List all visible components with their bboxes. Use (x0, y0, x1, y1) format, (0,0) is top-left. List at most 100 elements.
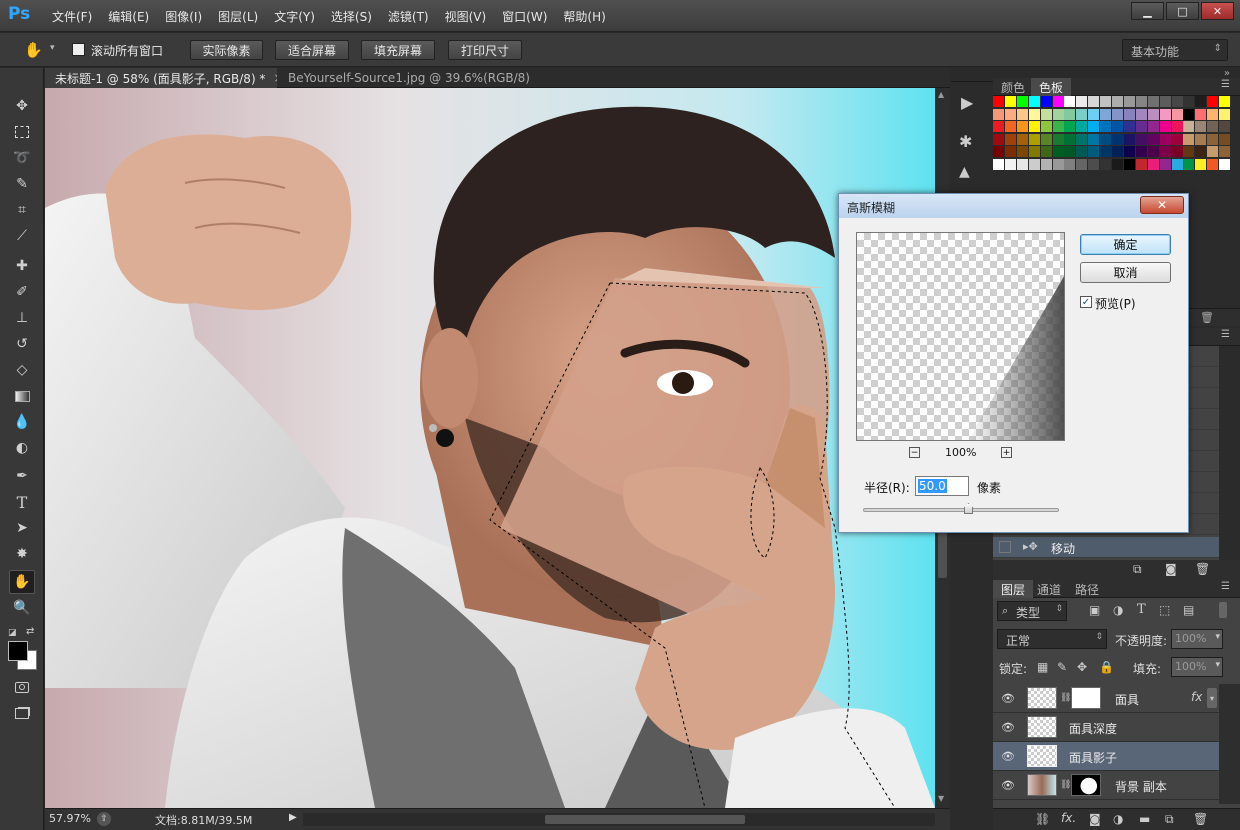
layers-scrollbar[interactable] (1219, 684, 1240, 804)
color-swatch[interactable] (1123, 146, 1135, 157)
filter-pixel-icon[interactable]: ▣ (1089, 603, 1100, 617)
color-swatch[interactable] (1040, 158, 1052, 170)
color-swatch[interactable] (1016, 121, 1028, 132)
filter-shape-icon[interactable]: ⬚ (1159, 603, 1170, 617)
delete-icon[interactable]: 🗑 (1195, 562, 1210, 576)
color-swatch[interactable] (1219, 158, 1231, 170)
fill-screen-button[interactable]: 填充屏幕 (361, 40, 435, 60)
expand-effects-icon[interactable]: ▾ (1207, 688, 1217, 708)
blur-tool-icon[interactable]: 💧 (9, 410, 35, 434)
color-swatch[interactable] (993, 133, 1004, 145)
action-toggle-checkbox[interactable] (999, 541, 1011, 553)
fit-screen-button[interactable]: 适合屏幕 (275, 40, 349, 60)
color-swatch[interactable] (993, 96, 1004, 107)
color-swatch[interactable] (1171, 133, 1183, 145)
lock-transparent-icon[interactable]: ▦ (1037, 660, 1048, 674)
color-swatch[interactable] (1195, 133, 1207, 145)
color-swatch[interactable] (1123, 121, 1135, 132)
pen-tool-icon[interactable]: ✒ (9, 464, 35, 488)
color-swatch[interactable] (1052, 108, 1064, 120)
fill-input[interactable]: 100% ▾ (1171, 657, 1223, 677)
zoom-level[interactable]: 57.97% (49, 812, 91, 825)
crop-tool-icon[interactable]: ⌗ (9, 198, 35, 222)
type-tool-icon[interactable]: T (9, 490, 35, 514)
color-swatch[interactable] (1159, 96, 1171, 107)
clone-stamp-tool-icon[interactable]: ⊥ (9, 306, 35, 330)
play-action-icon[interactable]: ▶ (961, 93, 973, 112)
filter-smart-icon[interactable]: ▤ (1183, 603, 1194, 617)
filter-type-icon[interactable]: T (1137, 602, 1146, 617)
menu-help[interactable]: 帮助(H) (555, 8, 613, 25)
foreground-color-swatch[interactable] (8, 641, 28, 661)
color-swatch[interactable] (1207, 133, 1219, 145)
color-swatch[interactable] (1123, 158, 1135, 170)
color-swatch[interactable] (1135, 121, 1147, 132)
color-swatch[interactable] (1112, 158, 1123, 170)
action-item-move[interactable]: ▸✥ 移动 (993, 537, 1219, 558)
menu-type[interactable]: 文字(Y) (266, 8, 323, 25)
radius-slider-track[interactable] (863, 508, 1059, 512)
add-style-icon[interactable]: fx. (1061, 811, 1076, 825)
color-swatch[interactable] (1052, 146, 1064, 157)
color-swatch[interactable] (1064, 96, 1076, 107)
dialog-close-button[interactable]: ✕ (1140, 196, 1184, 214)
actual-pixels-button[interactable]: 实际像素 (190, 40, 263, 60)
dialog-title-bar[interactable]: 高斯模糊 ✕ (839, 194, 1188, 218)
dodge-tool-icon[interactable]: ◐ (9, 436, 35, 460)
color-swatch[interactable] (1064, 121, 1076, 132)
history-brush-tool-icon[interactable]: ↺ (9, 332, 35, 356)
menu-select[interactable]: 选择(S) (323, 8, 380, 25)
color-swatch[interactable] (1207, 121, 1219, 132)
default-colors-icon[interactable]: ◪ (8, 628, 18, 638)
color-swatch[interactable] (1100, 146, 1112, 157)
color-swatch[interactable] (1004, 146, 1016, 157)
color-swatch[interactable] (1100, 96, 1112, 107)
color-swatch[interactable] (1147, 146, 1159, 157)
color-swatch[interactable] (1088, 121, 1100, 132)
chevron-down-icon[interactable]: ▾ (1215, 632, 1220, 642)
eye-icon[interactable]: 👁 (1001, 721, 1015, 734)
quick-select-tool-icon[interactable]: ✎ (9, 172, 35, 196)
menu-image[interactable]: 图像(I) (157, 8, 210, 25)
color-swatch[interactable] (1195, 121, 1207, 132)
color-swatch[interactable] (1147, 121, 1159, 132)
color-swatch[interactable] (1135, 96, 1147, 107)
color-swatch[interactable] (1171, 121, 1183, 132)
brush-tool-icon[interactable]: ✐ (9, 280, 35, 304)
color-swatch[interactable] (1100, 121, 1112, 132)
color-swatch[interactable] (1004, 158, 1016, 170)
panel-menu-icon[interactable]: ☰ (1221, 329, 1230, 340)
blend-mode-select[interactable]: 正常 ⇕ (997, 629, 1107, 649)
print-size-button[interactable]: 打印尺寸 (448, 40, 522, 60)
delete-layer-icon[interactable]: 🗑 (1193, 812, 1208, 826)
maximize-button[interactable]: □ (1166, 2, 1199, 20)
color-swatch[interactable] (1004, 96, 1016, 107)
tab-paths[interactable]: 路径 (1067, 580, 1107, 598)
color-swatch[interactable] (1016, 158, 1028, 170)
lock-brush-icon[interactable]: ✎ (1057, 660, 1067, 674)
color-swatch[interactable] (1016, 96, 1028, 107)
opacity-input[interactable]: 100% ▾ (1171, 629, 1223, 649)
radius-slider-handle[interactable] (964, 503, 973, 514)
color-swatch[interactable] (1171, 158, 1183, 170)
scroll-all-checkbox[interactable] (72, 43, 85, 56)
color-swatch[interactable] (1028, 146, 1040, 157)
color-swatch[interactable] (1088, 108, 1100, 120)
healing-brush-tool-icon[interactable]: ✚ (9, 254, 35, 278)
new-set-icon[interactable]: ⧉ (1133, 562, 1142, 577)
color-swatch[interactable] (1100, 108, 1112, 120)
color-swatch[interactable] (1183, 108, 1195, 120)
color-swatch[interactable] (1100, 133, 1112, 145)
eye-icon[interactable]: 👁 (1001, 750, 1015, 763)
layer-row-mask-shadow[interactable]: 👁 面具影子 (993, 742, 1219, 771)
panel-menu-icon[interactable]: ☰ (1221, 79, 1230, 90)
color-swatch[interactable] (993, 146, 1004, 157)
delete-swatch-icon[interactable]: 🗑 (1200, 311, 1214, 324)
minimize-button[interactable]: ▁ (1131, 2, 1164, 20)
color-swatch[interactable] (1004, 133, 1016, 145)
color-swatch[interactable] (1040, 96, 1052, 107)
lasso-tool-icon[interactable]: ➰ (9, 146, 35, 170)
color-swatch[interactable] (1088, 158, 1100, 170)
color-swatch[interactable] (1159, 146, 1171, 157)
menu-edit[interactable]: 编辑(E) (100, 8, 157, 25)
